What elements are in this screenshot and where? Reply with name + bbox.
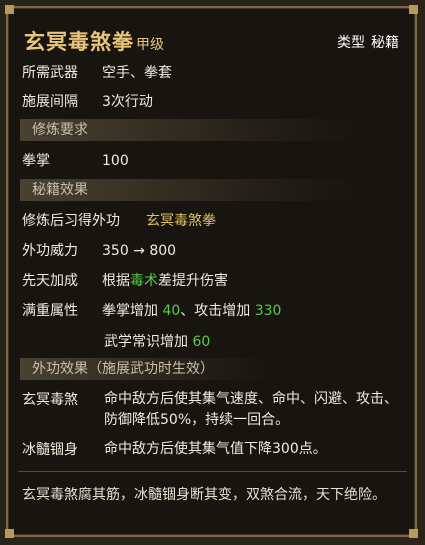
innate-pre: 根据 [102,273,130,289]
power-value: 350 → 800 [102,243,177,259]
divider [18,471,407,472]
power-label: 外功威力 [22,243,78,259]
skill-type: 类型 秘籍 [331,32,399,52]
corner-ornament [409,529,418,538]
weapon-label: 所需武器 [22,65,78,81]
section-training: 修炼要求 [20,119,358,141]
section-external-effect: 外功效果（施展武功时生效） [20,358,270,380]
training-row: 拳掌 100 [22,150,129,170]
full-label: 满重属性 [22,303,78,319]
full-line2-a: 武学常识增加 [104,334,193,350]
flavor-text: 玄冥毒煞腐其筋，冰髓锢身断其变，双煞合流，天下绝险。 [22,487,386,503]
full-row-2: 武学常识增加 60 [104,331,210,351]
innate-row: 先天加成 根据毒术差提升伤害 [22,270,228,290]
ice-label: 冰髓锢身 [22,442,78,458]
type-label: 类型 [337,35,365,51]
learn-label: 修炼后习得外功 [22,213,120,229]
weapon-value: 空手、拳套 [102,65,172,81]
skill-name: 玄冥毒煞拳 [24,30,134,54]
poison-label: 玄冥毒煞 [22,392,78,408]
full-line1-b: 40 [162,303,181,319]
corner-ornament [5,5,14,14]
corner-ornament [409,5,418,14]
full-line2-b: 60 [192,334,211,350]
weapon-row: 所需武器 空手、拳套 [22,62,172,82]
skill-grade: 甲级 [136,37,164,53]
interval-row: 施展间隔 3次行动 [22,91,153,111]
ice-desc: 命中敌方后使其集气值下降300点。 [104,441,327,457]
full-line1-d: 330 [254,303,282,319]
type-value: 秘籍 [371,35,399,51]
poison-desc: 命中敌方后使其集气速度、命中、闪避、攻击、防御降低50%，持续一回合。 [104,391,398,428]
full-row: 满重属性 拳掌增加 40、攻击增加 330 [22,300,281,320]
innate-label: 先天加成 [22,273,78,289]
power-row: 外功威力 350 → 800 [22,240,176,260]
innate-post: 差提升伤害 [158,273,228,289]
section-book-effect: 秘籍效果 [20,179,358,201]
interval-value: 3次行动 [102,94,153,110]
corner-ornament [5,529,14,538]
learn-value: 玄冥毒煞拳 [146,213,216,229]
full-line1-a: 拳掌增加 [102,303,163,319]
training-label: 拳掌 [22,153,50,169]
training-value: 100 [102,153,129,169]
full-line1-c: 、攻击增加 [180,303,255,319]
interval-label: 施展间隔 [22,94,78,110]
innate-attr: 毒术 [130,273,158,289]
learn-row: 修炼后习得外功 玄冥毒煞拳 [22,210,216,230]
title-row: 玄冥毒煞拳 甲级 类型 秘籍 [24,26,399,56]
